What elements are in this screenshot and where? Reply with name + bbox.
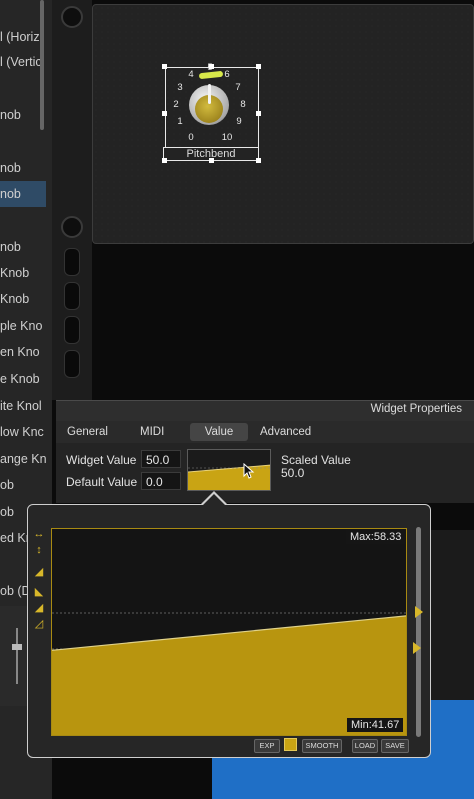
min-value-badge: Min:41.67 — [347, 718, 404, 732]
widget-list-item[interactable]: low Knc — [0, 419, 46, 445]
properties-title: Widget Properties — [370, 403, 462, 415]
rack-slot — [64, 248, 80, 276]
mouse-cursor-icon — [243, 463, 255, 479]
tab-general[interactable]: General — [67, 423, 108, 441]
resize-handle[interactable] — [209, 64, 214, 69]
exp-button[interactable]: EXP — [254, 739, 280, 753]
rack-slot — [64, 316, 80, 344]
rack-slot — [64, 282, 80, 310]
resize-handle[interactable] — [162, 158, 167, 163]
widget-list-item[interactable]: ple Kno — [0, 313, 46, 339]
save-button[interactable]: SAVE — [381, 739, 409, 753]
widget-list-item[interactable]: Knob — [0, 286, 46, 312]
instrument-panel[interactable] — [92, 4, 474, 244]
linear-curve-icon[interactable]: ◿ — [32, 618, 46, 630]
rack-screw-icon — [61, 216, 83, 238]
widget-list-item[interactable]: nob — [0, 181, 46, 207]
scaled-value: 50.0 — [281, 466, 305, 480]
fader-area — [0, 606, 30, 706]
side-panel — [430, 530, 474, 700]
vertical-expand-icon[interactable]: ↕ — [32, 544, 46, 556]
max-marker-handle[interactable] — [415, 606, 423, 618]
max-value-badge: Max:58.33 — [346, 530, 406, 544]
resize-handle[interactable] — [162, 64, 167, 69]
widget-value-field[interactable]: 50.0 — [141, 450, 181, 468]
widget-list-scrollbar[interactable] — [40, 0, 44, 130]
widget-list-item[interactable]: e Knob — [0, 366, 46, 392]
widget-selection-box[interactable] — [165, 67, 259, 159]
rack-screw-icon — [61, 6, 83, 28]
ease-out-curve-icon[interactable]: ◢ — [32, 602, 46, 614]
resize-handle[interactable] — [256, 64, 261, 69]
default-value-field[interactable]: 0.0 — [141, 472, 181, 490]
curve-preview-button[interactable] — [187, 449, 271, 491]
min-marker-handle[interactable] — [413, 642, 421, 654]
resize-handle[interactable] — [256, 158, 261, 163]
scaled-value-label: Scaled Value — [281, 453, 351, 467]
resize-handle[interactable] — [256, 111, 261, 116]
curve-color-swatch[interactable] — [284, 738, 297, 751]
widget-list-item[interactable]: ob — [0, 472, 46, 498]
tab-midi[interactable]: MIDI — [140, 423, 164, 441]
curve-editor-scrollbar[interactable] — [416, 527, 421, 737]
resize-handle[interactable] — [162, 111, 167, 116]
widget-list-item[interactable]: ange Kn — [0, 446, 47, 472]
curve-editor-canvas[interactable] — [51, 528, 407, 736]
rack-slot — [64, 350, 80, 378]
widget-list-item[interactable]: Knob — [0, 260, 46, 286]
ramp-curve-icon[interactable]: ◢ — [32, 566, 46, 578]
load-button[interactable]: LOAD — [352, 739, 378, 753]
ease-in-curve-icon[interactable]: ◣ — [32, 586, 46, 598]
horizontal-expand-icon[interactable]: ↔ — [32, 528, 46, 540]
widget-list-item[interactable]: nob — [0, 234, 46, 260]
smooth-button[interactable]: SMOOTH — [302, 739, 342, 753]
resize-handle[interactable] — [209, 158, 214, 163]
default-value-label: Default Value — [66, 475, 138, 489]
widget-value-label: Widget Value — [66, 453, 137, 467]
widget-list-item[interactable]: en Kno — [0, 339, 46, 365]
rack-rail — [52, 0, 92, 400]
widget-list-item[interactable]: ite Knol — [0, 393, 46, 419]
widget-list-item[interactable]: nob — [0, 155, 46, 181]
tab-advanced[interactable]: Advanced — [260, 423, 311, 441]
tab-value[interactable]: Value — [190, 423, 248, 441]
popup-arrow-inner — [202, 494, 226, 506]
